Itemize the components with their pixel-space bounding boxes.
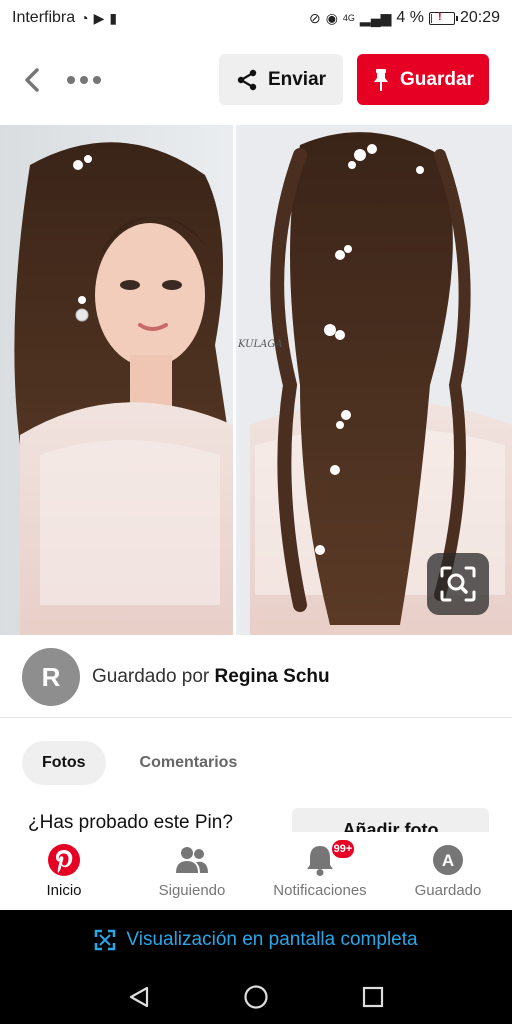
status-bar-left: Interfibra ◔ ▶ ▮ [12, 9, 117, 27]
battery-icon: ! [428, 11, 458, 25]
system-nav-bar [0, 970, 512, 1024]
eye-icon: ◉ [325, 10, 338, 26]
whatsapp-icon: ◔ [80, 10, 89, 26]
saved-by-text: Guardado por Regina Schu [92, 666, 330, 688]
fullscreen-icon [95, 929, 116, 951]
send-button[interactable]: Enviar [219, 54, 343, 105]
more-options-button[interactable] [62, 60, 106, 100]
nav-item-home[interactable]: Inicio [4, 842, 124, 899]
fullscreen-banner[interactable]: Visualización en pantalla completa [0, 910, 512, 970]
circle-home-icon [244, 985, 268, 1009]
signal-icon: ▂▄▆ [359, 10, 392, 26]
pin-detail-screen: Interfibra ◔ ▶ ▮ ⊘ ◉ 4G ▂▄▆ 4 % ! 20:29 [0, 0, 512, 1024]
divider [0, 717, 512, 718]
tab-fotos[interactable]: Fotos [22, 741, 106, 785]
clock: 20:29 [459, 9, 500, 26]
nav-label-home: Inicio [46, 882, 82, 899]
visual-search-button[interactable] [427, 553, 489, 615]
nav-item-saved[interactable]: A Guardado [388, 842, 508, 899]
network-type: 4G [342, 13, 355, 23]
pin-image[interactable]: KULAGA [0, 125, 512, 635]
mute-icon: ⊘ [308, 10, 321, 26]
send-button-label: Enviar [267, 68, 327, 90]
pinterest-logo-icon [46, 842, 82, 878]
content-tabs: Fotos Comentarios [22, 741, 257, 785]
battery-level [430, 13, 432, 23]
save-button-label: Guardar [400, 68, 474, 90]
tab-comentarios[interactable]: Comentarios [120, 741, 258, 785]
notification-badge: 99+ [330, 838, 356, 860]
saved-by-prefix: Guardado por [92, 666, 210, 687]
nav-item-notifications[interactable]: 99+ Notificaciones [260, 838, 380, 899]
saver-name[interactable]: Regina Schu [215, 666, 330, 687]
system-recents-button[interactable] [353, 977, 393, 1017]
share-icon [237, 69, 257, 90]
profile-avatar-icon: A [430, 842, 466, 878]
battery-percent: 4 % [396, 9, 424, 26]
bottom-nav: Inicio Siguiendo 99+ Notificaciones A Gu… [0, 832, 512, 910]
chevron-left-icon [25, 68, 39, 92]
pin-icon [374, 68, 389, 91]
tried-pin-title: ¿Has probado este Pin? [28, 812, 233, 833]
nav-item-following[interactable]: Siguiendo [132, 842, 252, 899]
nav-label-following: Siguiendo [158, 882, 226, 899]
add-photo-button[interactable]: Añadir foto [292, 808, 489, 832]
triangle-back-icon [129, 986, 148, 1008]
saved-by-row[interactable]: R Guardado por Regina Schu [22, 648, 330, 706]
clipboard-icon: ▮ [109, 10, 118, 26]
fullscreen-label: Visualización en pantalla completa [126, 929, 418, 950]
system-back-button[interactable] [119, 977, 159, 1017]
nav-label-notifications: Notificaciones [273, 882, 367, 899]
media-icon: ▶ [93, 10, 105, 26]
pin-top-bar: Enviar Guardar [0, 52, 512, 106]
saver-avatar[interactable]: R [22, 648, 80, 706]
status-bar-right: ⊘ ◉ 4G ▂▄▆ 4 % ! 20:29 [309, 9, 500, 27]
square-recents-icon [363, 986, 384, 1008]
status-bar: Interfibra ◔ ▶ ▮ ⊘ ◉ 4G ▂▄▆ 4 % ! 20:29 [0, 0, 512, 36]
back-button[interactable] [14, 60, 50, 100]
save-button[interactable]: Guardar [357, 54, 489, 105]
system-home-button[interactable] [236, 977, 276, 1017]
carrier-label: Interfibra [12, 9, 76, 26]
more-dots-icon [67, 76, 75, 84]
people-icon [174, 842, 210, 878]
profile-avatar-letter: A [442, 851, 454, 870]
watermark-text: KULAGA [237, 339, 283, 350]
nav-label-saved: Guardado [414, 882, 482, 899]
visual-search-icon [440, 566, 476, 602]
